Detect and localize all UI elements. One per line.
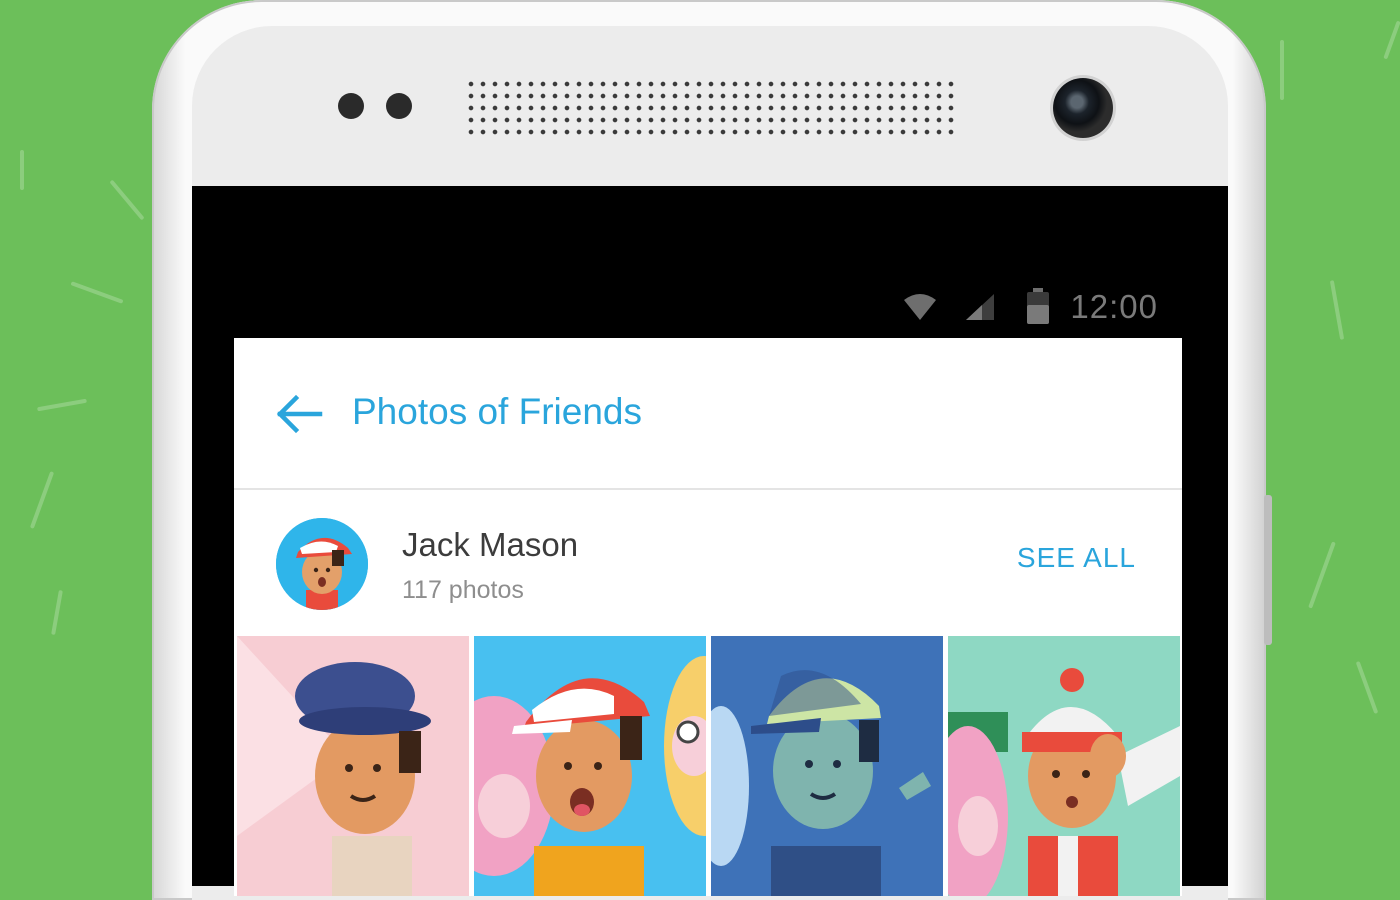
photo-grid <box>234 636 1182 896</box>
decor-dash <box>51 589 63 636</box>
decor-dash <box>1329 280 1345 340</box>
app-bar: Photos of Friends <box>234 338 1182 490</box>
page-title: Photos of Friends <box>352 391 642 432</box>
earpiece-speaker <box>465 78 955 138</box>
wifi-icon <box>904 294 936 320</box>
status-bar: 12:00 <box>234 276 1182 338</box>
friend-name[interactable]: Jack Mason <box>402 526 578 564</box>
arrow-left-icon[interactable] <box>274 392 324 436</box>
decor-dash <box>70 281 124 304</box>
front-camera <box>1053 78 1113 138</box>
see-all-button[interactable]: SEE ALL <box>1017 542 1136 574</box>
app-display: 12:00 Photos of Friends Jack Mason 117 p… <box>234 276 1182 896</box>
photo-thumbnail[interactable] <box>711 636 943 896</box>
decor-dash <box>109 179 145 221</box>
decor-dash <box>1308 541 1336 609</box>
decor-dash <box>20 150 24 190</box>
volume-button <box>1264 495 1272 645</box>
light-sensor <box>386 93 412 119</box>
status-time: 12:00 <box>1070 288 1158 325</box>
friend-row: Jack Mason 117 photos SEE ALL <box>234 490 1182 636</box>
decor-dash <box>37 398 87 412</box>
photo-count: 117 photos <box>402 576 524 604</box>
decor-dash <box>29 471 55 529</box>
photo-thumbnail[interactable] <box>948 636 1180 896</box>
signal-icon <box>966 294 994 320</box>
photo-thumbnail[interactable] <box>237 636 469 896</box>
decor-dash <box>1355 660 1379 715</box>
photo-thumbnail[interactable] <box>474 636 706 896</box>
decor-dash <box>1383 20 1400 60</box>
decor-dash <box>1280 40 1284 100</box>
avatar[interactable] <box>276 518 368 610</box>
battery-icon <box>1027 288 1049 324</box>
proximity-sensor <box>338 93 364 119</box>
